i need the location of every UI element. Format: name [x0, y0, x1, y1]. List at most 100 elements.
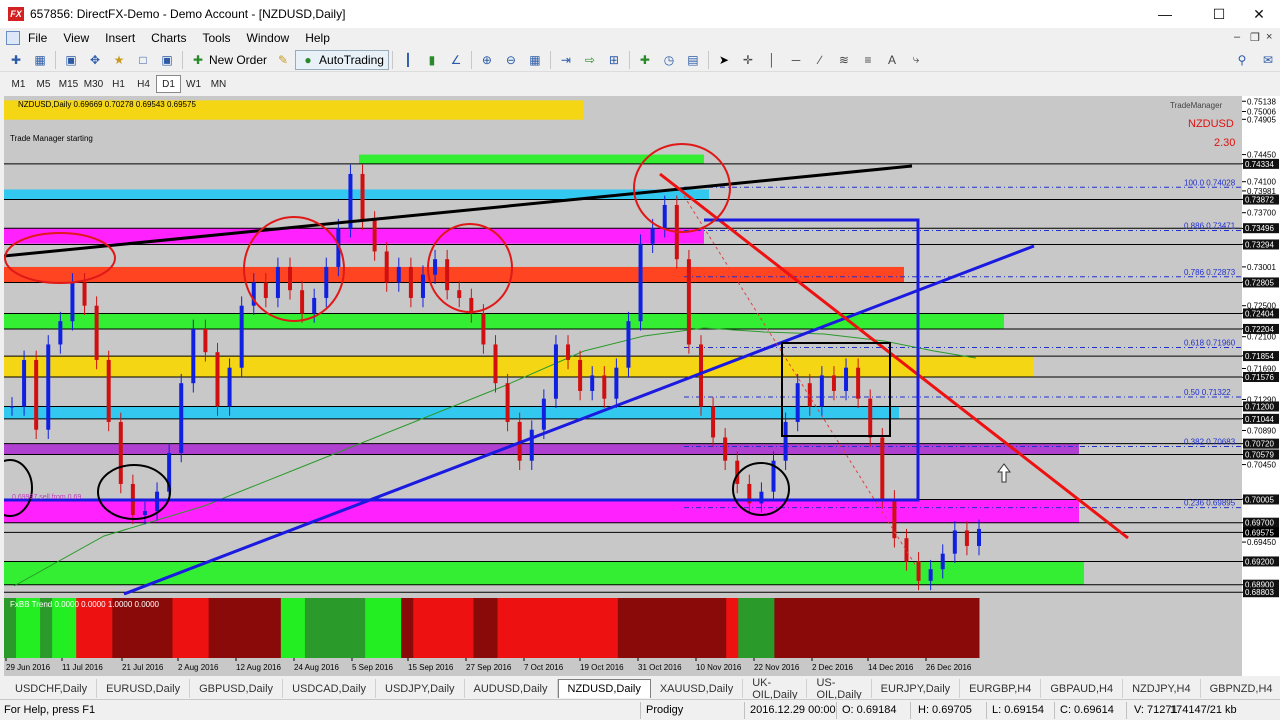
data-window-icon[interactable]: ✥ [87, 52, 103, 68]
tf-mn[interactable]: MN [206, 75, 231, 93]
menu-file[interactable]: File [20, 31, 55, 45]
main-toolbar: ✚ ▦ ▣ ✥ ★ □ ▣ ✚ New Order ✎ ● AutoTradin… [0, 48, 1280, 72]
tab-uk-oil-daily[interactable]: UK-OIL,Daily [743, 677, 808, 701]
zoom-in-icon[interactable]: ⊕ [479, 52, 495, 68]
candle-body [360, 173, 365, 221]
tab-gbpusd-daily[interactable]: GBPUSD,Daily [190, 679, 284, 698]
candle-body [566, 344, 571, 360]
trend-bar [461, 598, 474, 658]
tf-m5[interactable]: M5 [31, 75, 56, 93]
market-watch-icon[interactable]: ▣ [63, 52, 79, 68]
tf-m15[interactable]: M15 [56, 75, 81, 93]
tab-xauusd-daily[interactable]: XAUUSD,Daily [651, 679, 744, 698]
menu-view[interactable]: View [55, 31, 97, 45]
chat-icon[interactable]: ✉ [1260, 52, 1276, 68]
candle-body [384, 251, 389, 283]
candle-body [46, 344, 51, 430]
date-label: 7 Oct 2016 [524, 663, 564, 672]
profiles-icon[interactable]: ▦ [32, 52, 48, 68]
grid-icon[interactable]: ⊞ [606, 52, 622, 68]
tab-eurusd-daily[interactable]: EURUSD,Daily [97, 679, 191, 698]
chart-window[interactable]: 100.0 0.74028 0.886 0.73471 0.786 0.72873 0… [0, 95, 1280, 677]
terminal-icon[interactable]: □ [135, 52, 151, 68]
tab-usdjpy-daily[interactable]: USDJPY,Daily [376, 679, 465, 698]
candle-body [650, 228, 655, 244]
line-chart-icon[interactable]: ∠ [448, 52, 464, 68]
date-label: 2 Dec 2016 [812, 663, 853, 672]
crosshair-icon[interactable]: ✛ [740, 52, 756, 68]
horizontal-line-icon[interactable]: ─ [788, 52, 804, 68]
price-chart[interactable]: 100.0 0.74028 0.886 0.73471 0.786 0.72873 0… [0, 95, 1280, 677]
tf-h1[interactable]: H1 [106, 75, 131, 93]
templates-icon[interactable]: ▤ [685, 52, 701, 68]
tf-d1[interactable]: D1 [156, 75, 181, 93]
tf-m1[interactable]: M1 [6, 75, 31, 93]
candlestick-icon[interactable]: ▮ [424, 52, 440, 68]
trend-bar [918, 598, 932, 658]
trend-bar [401, 598, 414, 658]
auto-scroll-icon[interactable]: ⇨ [582, 52, 598, 68]
tf-m30[interactable]: M30 [81, 75, 106, 93]
tab-nzdusd-daily[interactable]: NZDUSD,Daily [557, 679, 651, 698]
yellow-zone-2 [4, 356, 1034, 377]
price-tag-label: 0.70720 [1245, 440, 1274, 449]
trend-bar [160, 598, 174, 658]
menu-insert[interactable]: Insert [97, 31, 143, 45]
candle-body [203, 328, 208, 353]
trend-bar [750, 598, 763, 658]
text-icon[interactable]: A [884, 52, 900, 68]
trend-bar [954, 598, 968, 658]
channel-icon[interactable]: ≋ [836, 52, 852, 68]
arrows-icon[interactable]: ⤷ [908, 52, 924, 68]
tile-windows-icon[interactable]: ▦ [527, 52, 543, 68]
menu-charts[interactable]: Charts [143, 31, 194, 45]
tab-eurjpy-daily[interactable]: EURJPY,Daily [872, 679, 961, 698]
mdi-minimize-icon[interactable]: – [1234, 31, 1240, 43]
tf-h4[interactable]: H4 [131, 75, 156, 93]
chart-shift-icon[interactable]: ⇥ [558, 52, 574, 68]
vertical-line-icon[interactable]: │ [764, 52, 780, 68]
trendline-icon[interactable]: ∕ [812, 52, 828, 68]
price-tag-label: 0.71044 [1245, 415, 1274, 424]
navigator-icon[interactable]: ★ [111, 52, 127, 68]
tab-nzdjpy-h4[interactable]: NZDJPY,H4 [1123, 679, 1201, 698]
indicators-icon[interactable]: ✚ [637, 52, 653, 68]
tab-usdcad-daily[interactable]: USDCAD,Daily [283, 679, 377, 698]
search-icon[interactable]: ⚲ [1234, 52, 1250, 68]
menu-help[interactable]: Help [297, 31, 338, 45]
new-chart-icon[interactable]: ✚ [8, 52, 24, 68]
trend-bar [521, 598, 535, 658]
tab-audusd-daily[interactable]: AUDUSD,Daily [465, 679, 558, 698]
metaeditor-icon[interactable]: ✎ [275, 52, 291, 68]
trend-bar [930, 598, 944, 658]
bar-chart-icon[interactable]: ┃ [400, 52, 416, 68]
trend-bar [593, 598, 607, 658]
tab-us-oil-daily[interactable]: US-OIL,Daily [807, 677, 872, 701]
new-order-button[interactable]: ✚ New Order [186, 50, 271, 70]
menu-tools[interactable]: Tools [195, 31, 239, 45]
zoom-out-icon[interactable]: ⊖ [503, 52, 519, 68]
menu-window[interactable]: Window [239, 31, 298, 45]
close-icon[interactable]: ✕ [1236, 0, 1280, 28]
mdi-restore-icon[interactable]: ❐ [1250, 31, 1260, 44]
date-label: 12 Aug 2016 [236, 663, 281, 672]
fibonacci-icon[interactable]: ≡ [860, 52, 876, 68]
tab-usdchf-daily[interactable]: USDCHF,Daily [6, 679, 98, 698]
tf-w1[interactable]: W1 [181, 75, 206, 93]
price-tag-label: 0.68803 [1245, 588, 1274, 597]
strategy-tester-icon[interactable]: ▣ [159, 52, 175, 68]
tab-eurgbp-h4[interactable]: EURGBP,H4 [960, 679, 1042, 698]
candle-body [481, 313, 486, 345]
tab-gbpnzd-h4[interactable]: GBPNZD,H4 [1201, 679, 1280, 698]
autotrading-button[interactable]: ● AutoTrading [295, 49, 389, 70]
periods-icon[interactable]: ◷ [661, 52, 677, 68]
mdi-close-icon[interactable]: × [1266, 31, 1272, 43]
tab-gbpaud-h4[interactable]: GBPAUD,H4 [1041, 679, 1124, 698]
trade-manager-label: TradeManager [1170, 101, 1223, 110]
price-tag-label: 0.71200 [1245, 402, 1274, 411]
trend-bar [822, 598, 836, 658]
cursor-icon[interactable]: ➤ [716, 52, 732, 68]
minimize-icon[interactable]: — [1142, 0, 1188, 28]
candle-body [179, 383, 184, 453]
candle-body [288, 266, 293, 291]
